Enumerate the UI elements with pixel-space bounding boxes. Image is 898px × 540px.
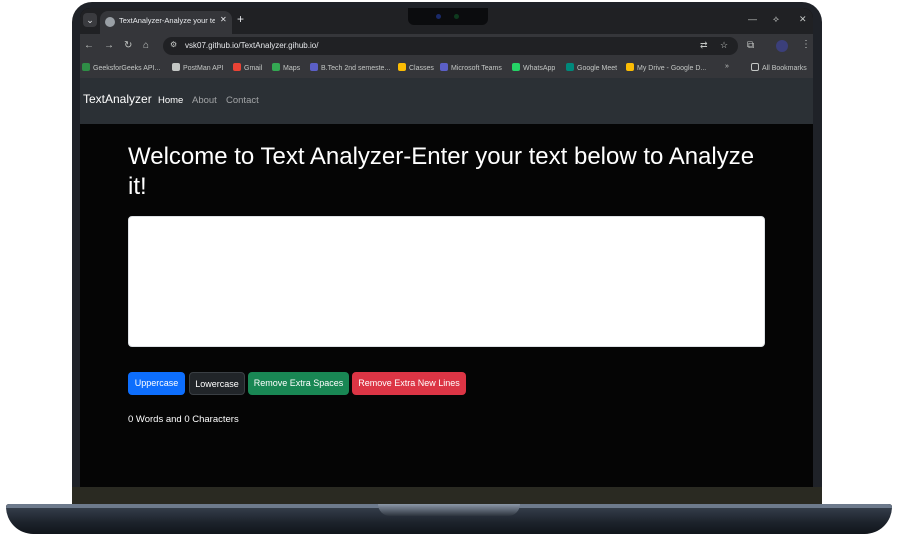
bookmark-btech[interactable]: B.Tech 2nd semeste...	[310, 63, 390, 72]
remove-extra-new-lines-button[interactable]: Remove Extra New Lines	[352, 372, 466, 395]
globe-icon	[105, 17, 115, 27]
nav-link-contact[interactable]: Contact	[226, 95, 259, 106]
reload-icon[interactable]: ↻	[124, 40, 132, 51]
url-text[interactable]: vsk07.github.io/TextAnalyzer.gihub.io/	[185, 41, 318, 50]
bookmark-star-icon[interactable]: ☆	[720, 40, 728, 51]
tab-close-icon[interactable]: ✕	[220, 15, 227, 24]
navbar-brand[interactable]: TextAnalyzer	[83, 92, 152, 106]
main-content: Welcome to Text Analyzer-Enter your text…	[80, 124, 813, 488]
bookmark-whatsapp[interactable]: WhatsApp	[512, 63, 555, 72]
restore-button[interactable]: ⟡	[773, 14, 779, 25]
address-bar[interactable]: ⚙ vsk07.github.io/TextAnalyzer.gihub.io/…	[163, 37, 738, 55]
bookmark-postman[interactable]: PostMan API	[172, 63, 223, 72]
gmail-icon	[233, 63, 241, 71]
bookmark-label: Microsoft Teams	[451, 65, 502, 72]
bookmark-label: GeeksforGeeks API...	[93, 65, 161, 72]
home-icon[interactable]: ⌂	[143, 40, 149, 51]
profile-avatar[interactable]	[776, 40, 788, 52]
app-navbar: TextAnalyzer Home About Contact	[80, 78, 813, 124]
translate-icon[interactable]: ⇄	[700, 40, 708, 51]
nav-link-about[interactable]: About	[192, 95, 217, 106]
bookmark-label: PostMan API	[183, 65, 224, 72]
bookmark-label: WhatsApp	[523, 65, 556, 72]
remove-extra-spaces-button[interactable]: Remove Extra Spaces	[248, 372, 349, 395]
close-window-button[interactable]: ✕	[799, 14, 807, 25]
geeksforgeeks-icon	[82, 63, 90, 71]
text-input-area[interactable]	[128, 216, 765, 347]
bookmark-gmail[interactable]: Gmail	[233, 63, 262, 72]
camera-icon	[436, 14, 441, 19]
menu-icon[interactable]: ⋮	[801, 39, 811, 50]
bookmark-geeksforgeeks[interactable]: GeeksforGeeks API...	[82, 63, 160, 72]
all-bookmarks-label: All Bookmarks	[762, 65, 807, 72]
bookmark-classes[interactable]: Classes	[398, 63, 434, 72]
site-info-icon[interactable]: ⚙	[170, 40, 177, 49]
page-heading: Welcome to Text Analyzer-Enter your text…	[128, 143, 755, 200]
tab-title: TextAnalyzer-Analyze your text	[119, 16, 215, 25]
uppercase-button[interactable]: Uppercase	[128, 372, 185, 395]
bookmark-label: My Drive - Google D...	[637, 65, 707, 72]
whatsapp-icon	[512, 63, 520, 71]
folder-icon	[751, 63, 759, 71]
postman-icon	[172, 63, 180, 71]
all-bookmarks-button[interactable]: All Bookmarks	[751, 63, 807, 72]
maps-icon	[272, 63, 280, 71]
bookmark-label: Maps	[283, 65, 301, 72]
new-tab-button[interactable]: +	[237, 12, 244, 26]
teams-icon	[440, 63, 448, 71]
nav-link-home[interactable]: Home	[158, 95, 183, 106]
bookmark-google-meet[interactable]: Google Meet	[566, 63, 617, 72]
bookmarks-overflow-button[interactable]: »	[725, 63, 729, 70]
camera-light-icon	[454, 14, 459, 19]
bookmark-maps[interactable]: Maps	[272, 63, 300, 72]
minimize-button[interactable]: —	[748, 14, 757, 24]
bookmark-my-drive[interactable]: My Drive - Google D...	[626, 63, 706, 72]
browser-toolbar: ← → ↻ ⌂ ⚙ vsk07.github.io/TextAnalyzer.g…	[80, 34, 813, 58]
btech-icon	[310, 63, 318, 71]
bookmark-teams[interactable]: Microsoft Teams	[440, 63, 502, 72]
my-drive-icon	[626, 63, 634, 71]
laptop-screen: ⌄ TextAnalyzer-Analyze your text ✕ + — ⟡…	[80, 8, 813, 488]
browser-tab[interactable]: TextAnalyzer-Analyze your text ✕	[100, 11, 232, 34]
tab-search-button[interactable]: ⌄	[83, 13, 97, 27]
camera-notch	[408, 8, 488, 25]
bookmark-label: B.Tech 2nd semeste...	[321, 65, 391, 72]
text-summary: 0 Words and 0 Characters	[128, 414, 239, 425]
bookmark-label: Classes	[409, 65, 434, 72]
classes-icon	[398, 63, 406, 71]
extensions-icon[interactable]: ⧉	[747, 40, 754, 51]
google-meet-icon	[566, 63, 574, 71]
forward-icon[interactable]: →	[104, 40, 114, 51]
laptop-bottom-bezel	[72, 487, 822, 505]
back-icon[interactable]: ←	[84, 40, 94, 51]
bookmark-label: Gmail	[244, 65, 263, 72]
laptop-hinge	[378, 504, 520, 516]
bookmark-label: Google Meet	[577, 65, 618, 72]
bookmarks-bar: » All Bookmarks GeeksforGeeks API... Post…	[80, 58, 813, 78]
lowercase-button[interactable]: Lowercase	[189, 372, 245, 395]
